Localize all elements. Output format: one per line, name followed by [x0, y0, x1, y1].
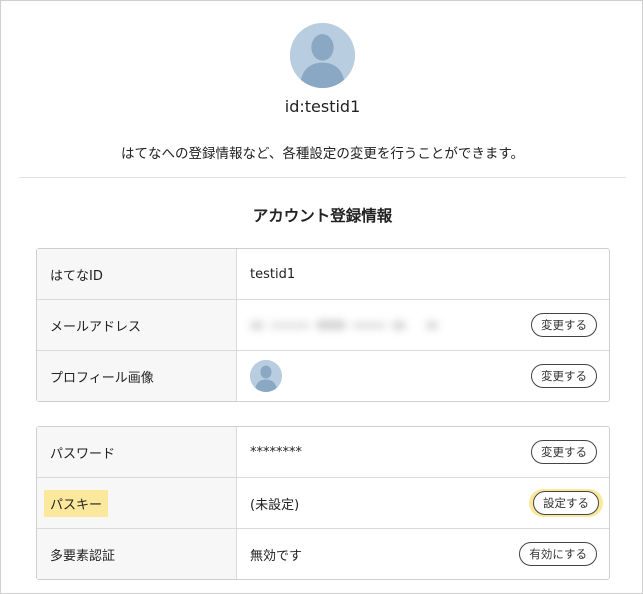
table-row: はてなID testid1 — [37, 249, 609, 300]
divider — [19, 177, 626, 178]
row-label: メールアドレス — [37, 300, 237, 350]
security-settings-table: パスワード ******** 変更する パスキー (未設定) 設定する 多要素認… — [36, 426, 610, 580]
setup-passkey-button[interactable]: 設定する — [533, 491, 599, 515]
email-value — [250, 300, 440, 350]
enable-mfa-button[interactable]: 有効にする — [519, 542, 597, 566]
passkey-button-highlight: 設定する — [529, 489, 603, 517]
user-silhouette-icon — [290, 23, 355, 88]
table-row: 多要素認証 無効です 有効にする — [37, 529, 609, 579]
row-label: 多要素認証 — [37, 529, 237, 579]
table-row: パスワード ******** 変更する — [37, 427, 609, 478]
account-info-table: はてなID testid1 メールアドレス 変更する プロフィール画像 変更する — [36, 248, 610, 402]
page-description: はてなへの登録情報など、各種設定の変更を行うことができます。 — [121, 146, 524, 162]
user-silhouette-icon — [250, 360, 282, 392]
passkey-label-cell: パスキー — [37, 478, 237, 528]
row-label: プロフィール画像 — [37, 351, 237, 401]
redacted-email — [250, 320, 438, 330]
row-label: パスワード — [37, 427, 237, 477]
user-id: id:testid1 — [284, 97, 361, 116]
change-email-button[interactable]: 変更する — [531, 313, 597, 337]
table-row: メールアドレス 変更する — [37, 300, 609, 351]
hatena-id-value: testid1 — [250, 266, 296, 282]
passkey-value: (未設定) — [250, 497, 300, 513]
password-value: ******** — [250, 444, 302, 460]
account-settings-page: id:testid1 はてなへの登録情報など、各種設定の変更を行うことができます… — [0, 0, 643, 594]
table-row: パスキー (未設定) 設定する — [37, 478, 609, 529]
profile-avatar — [290, 23, 355, 88]
table-row: プロフィール画像 変更する — [37, 351, 609, 401]
profile-image-thumbnail — [250, 360, 282, 392]
mfa-value: 無効です — [250, 548, 303, 564]
section-title: アカウント登録情報 — [252, 207, 393, 225]
passkey-label: パスキー — [44, 489, 109, 517]
change-password-button[interactable]: 変更する — [531, 440, 597, 464]
row-label: はてなID — [37, 249, 237, 299]
profile-image-value — [250, 351, 282, 401]
change-profile-image-button[interactable]: 変更する — [531, 364, 597, 388]
